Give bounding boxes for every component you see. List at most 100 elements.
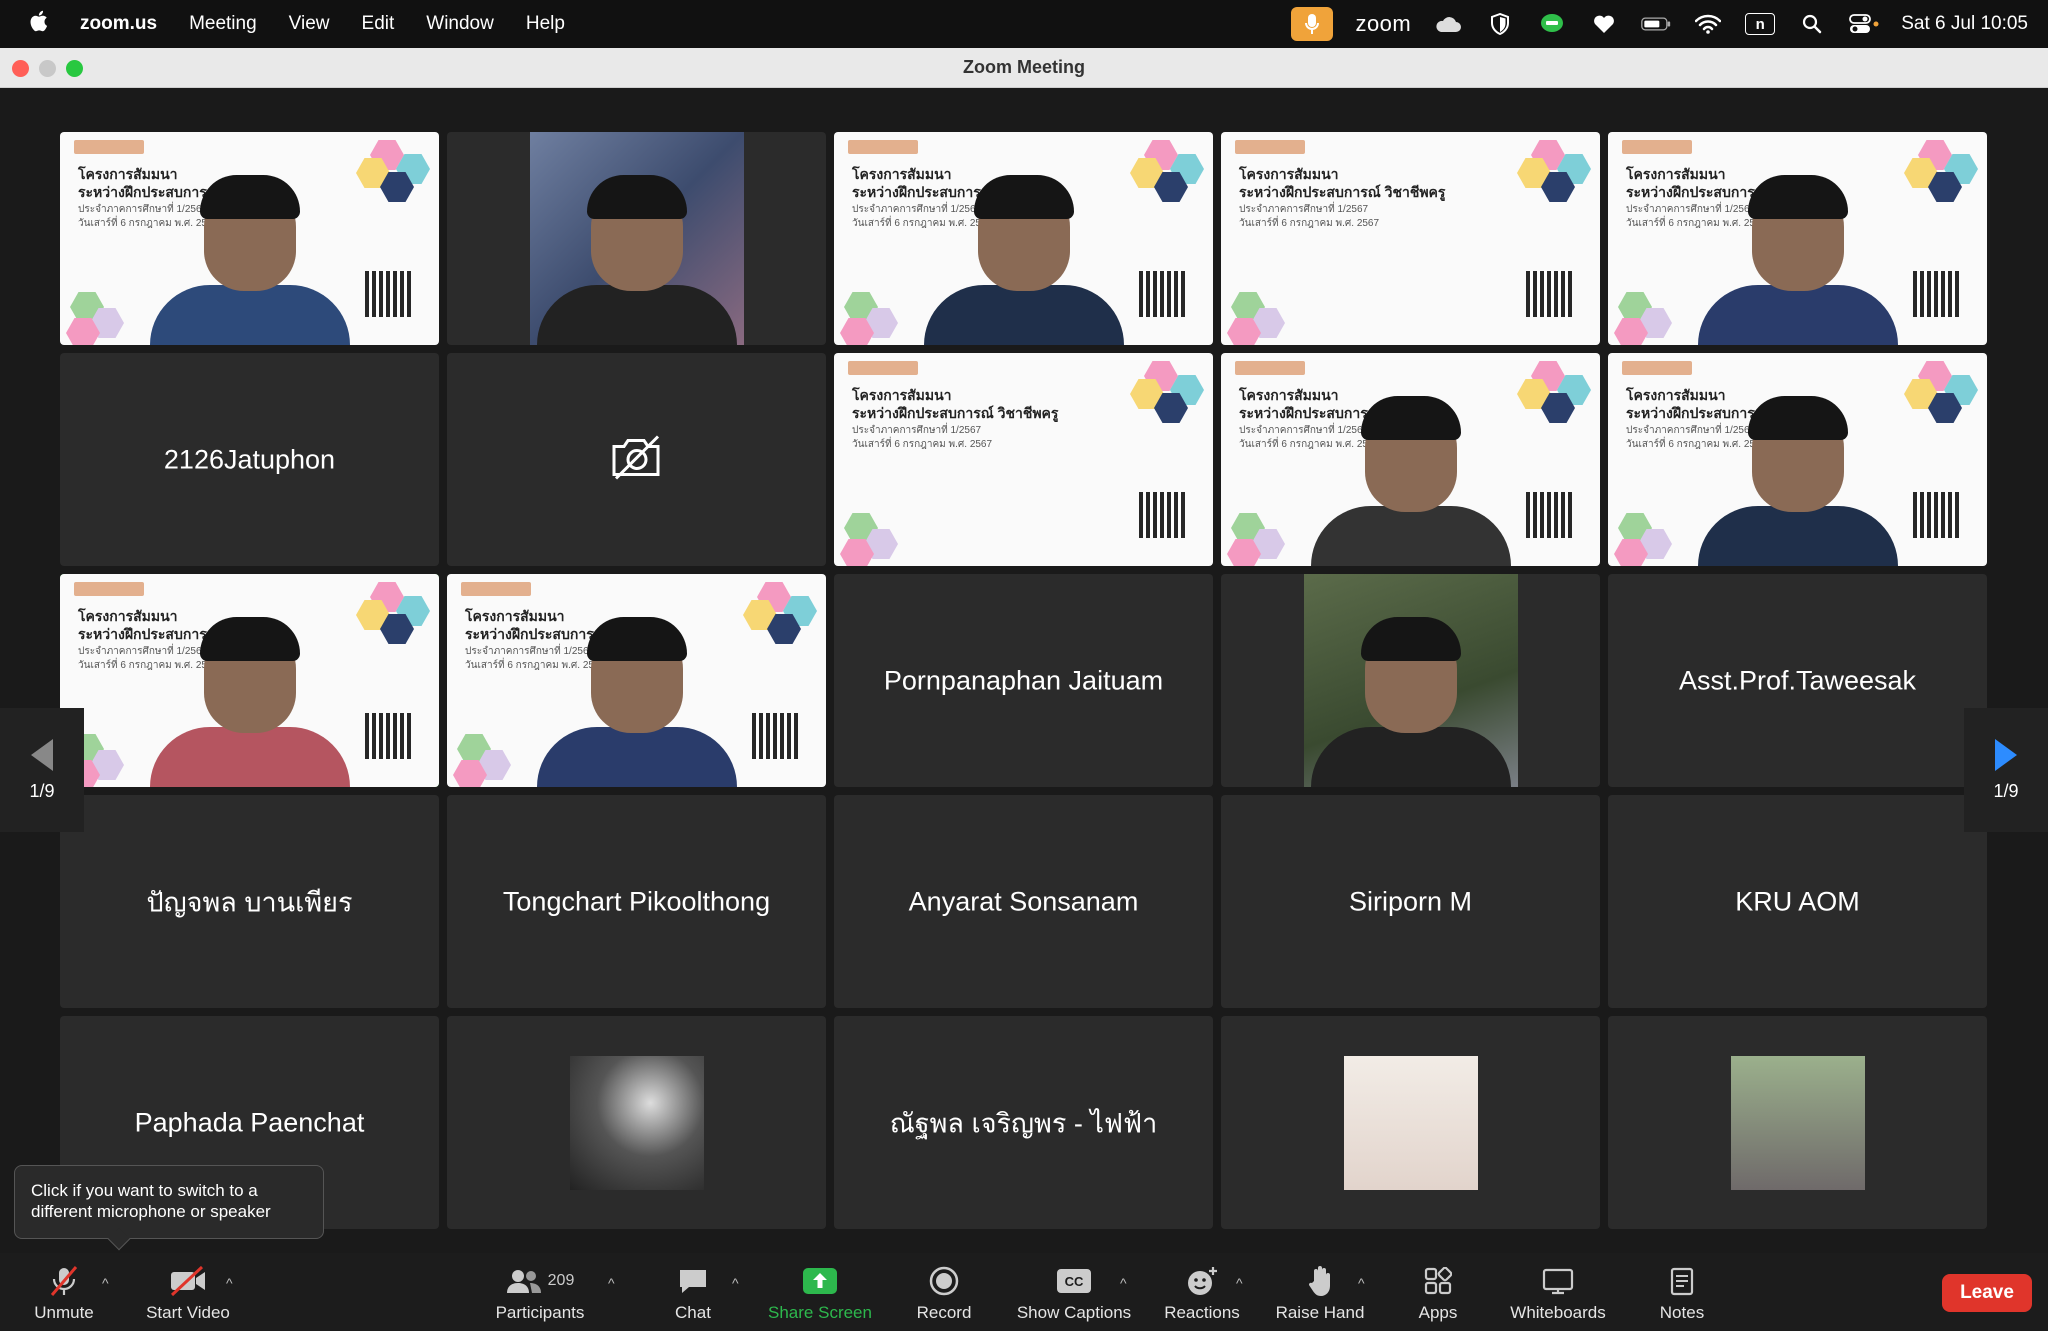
participant-tile[interactable] — [1221, 574, 1600, 787]
whiteboard-icon — [1542, 1265, 1574, 1297]
video-options-caret[interactable]: ^ — [226, 1275, 233, 1291]
participant-tile[interactable]: Siriporn M — [1221, 795, 1600, 1008]
chat-button[interactable]: Chat — [623, 1265, 763, 1323]
participant-name: Pornpanaphan Jaituam — [883, 665, 1164, 695]
whiteboards-button[interactable]: Whiteboards — [1488, 1265, 1628, 1323]
apps-button[interactable]: Apps — [1368, 1265, 1508, 1323]
menu-app-name[interactable]: zoom.us — [80, 13, 157, 35]
chat-options-caret[interactable]: ^ — [732, 1275, 739, 1291]
participant-tile[interactable]: 2126Jatuphon — [60, 353, 439, 566]
participant-tile[interactable]: Tongchart Pikoolthong — [447, 795, 826, 1008]
participant-tile[interactable]: โครงการสัมมนา ระหว่างฝึกประสบการณ์ วิชาชี… — [60, 574, 439, 787]
smiley-add-icon — [1185, 1265, 1219, 1297]
participant-video: โครงการสัมมนา ระหว่างฝึกประสบการณ์ วิชาชี… — [60, 132, 439, 345]
shield-icon[interactable] — [1485, 13, 1515, 35]
video-off-icon — [169, 1265, 207, 1297]
share-screen-button[interactable]: Share Screen — [750, 1265, 890, 1323]
next-page-button[interactable]: 1/9 — [1964, 708, 2048, 832]
participant-tile[interactable]: KRU AOM — [1608, 795, 1987, 1008]
slide-line-4: วันเสาร์ที่ 6 กรกฎาคม พ.ศ. 2567 — [852, 439, 993, 450]
participants-button[interactable]: 209 Participants — [470, 1265, 610, 1323]
start-video-button[interactable]: Start Video — [118, 1265, 258, 1323]
participant-tile[interactable] — [447, 1016, 826, 1229]
participant-video: โครงการสัมมนา ระหว่างฝึกประสบการณ์ วิชาชี… — [60, 574, 439, 787]
participant-video — [529, 132, 744, 345]
participant-video: โครงการสัมมนา ระหว่างฝึกประสบการณ์ วิชาชี… — [834, 353, 1213, 566]
menu-help[interactable]: Help — [526, 13, 565, 35]
menu-meeting[interactable]: Meeting — [189, 13, 257, 35]
notes-button[interactable]: Notes — [1612, 1265, 1752, 1323]
captions-options-caret[interactable]: ^ — [1120, 1275, 1127, 1291]
participant-name: Siriporn M — [1348, 886, 1473, 916]
reactions-options-caret[interactable]: ^ — [1236, 1275, 1243, 1291]
qr-code — [1913, 271, 1959, 317]
participant-silhouette — [1697, 396, 1898, 566]
wifi-icon[interactable] — [1693, 13, 1723, 35]
participants-icon — [506, 1270, 541, 1293]
leave-button[interactable]: Leave — [1942, 1274, 2032, 1312]
raise-hand-options-caret[interactable]: ^ — [1358, 1275, 1365, 1291]
qr-code — [1139, 271, 1185, 317]
tooltip-text: Click if you want to switch to a differe… — [31, 1181, 271, 1221]
apple-icon[interactable] — [28, 9, 48, 39]
line-app-icon[interactable] — [1537, 13, 1567, 35]
cloud-icon[interactable] — [1433, 13, 1463, 35]
participant-tile[interactable] — [1608, 1016, 1987, 1229]
participant-tile[interactable]: ปัญจพล บานเพียร — [60, 795, 439, 1008]
mic-in-use-icon[interactable] — [1291, 7, 1334, 41]
technical-education-logo — [461, 582, 531, 596]
participant-tile[interactable]: โครงการสัมมนา ระหว่างฝึกประสบการณ์ วิชาชี… — [1608, 132, 1987, 345]
menu-edit[interactable]: Edit — [362, 13, 395, 35]
input-source-icon[interactable]: n — [1745, 13, 1776, 35]
participant-silhouette — [1310, 396, 1511, 566]
participant-tile[interactable] — [447, 353, 826, 566]
qr-code — [365, 271, 411, 317]
audio-options-caret[interactable]: ^ — [102, 1275, 109, 1291]
slide-line-3: ประจำภาคการศึกษาที่ 1/2567 — [852, 425, 982, 436]
participant-tile[interactable]: โครงการสัมมนา ระหว่างฝึกประสบการณ์ วิชาชี… — [834, 132, 1213, 345]
participants-options-caret[interactable]: ^ — [608, 1275, 615, 1291]
participant-tile[interactable]: โครงการสัมมนา ระหว่างฝึกประสบการณ์ วิชาชี… — [834, 353, 1213, 566]
menubar-clock[interactable]: Sat 6 Jul 10:05 — [1901, 13, 2028, 35]
participant-tile[interactable]: โครงการสัมมนา ระหว่างฝึกประสบการณ์ วิชาชี… — [1221, 132, 1600, 345]
battery-icon[interactable] — [1641, 13, 1671, 35]
macos-menu-bar: zoom.us Meeting View Edit Window Help zo… — [0, 0, 2048, 48]
heart-icon[interactable] — [1589, 13, 1619, 35]
record-button[interactable]: Record — [874, 1265, 1014, 1323]
unmute-button[interactable]: Unmute — [0, 1265, 134, 1323]
participant-tile[interactable] — [447, 132, 826, 345]
participant-silhouette — [149, 175, 350, 345]
previous-page-button[interactable]: 1/9 — [0, 708, 84, 832]
show-captions-label: Show Captions — [1016, 1303, 1132, 1322]
participant-tile[interactable]: ณัฐพล เจริญพร - ไฟฟ้า — [834, 1016, 1213, 1229]
participant-tile[interactable]: โครงการสัมมนา ระหว่างฝึกประสบการณ์ วิชาชี… — [447, 574, 826, 787]
slide-line-2: ระหว่างฝึกประสบการณ์ วิชาชีพครู — [852, 405, 1059, 421]
participant-silhouette — [1310, 617, 1511, 787]
page-indicator-left: 1/9 — [29, 780, 55, 801]
spotlight-search-icon[interactable] — [1797, 13, 1827, 35]
participant-name: Paphada Paenchat — [134, 1107, 365, 1137]
participant-video: โครงการสัมมนา ระหว่างฝึกประสบการณ์ วิชาชี… — [1221, 353, 1600, 566]
participant-tile[interactable]: โครงการสัมมนา ระหว่างฝึกประสบการณ์ วิชาชี… — [1221, 353, 1600, 566]
share-screen-label: Share Screen — [768, 1303, 872, 1322]
participant-tile[interactable]: โครงการสัมมนา ระหว่างฝึกประสบการณ์ วิชาชี… — [1608, 353, 1987, 566]
participant-tile[interactable]: Pornpanaphan Jaituam — [834, 574, 1213, 787]
show-captions-button[interactable]: CC Show Captions — [1004, 1265, 1144, 1323]
technical-education-logo — [1235, 140, 1305, 154]
closed-captions-icon: CC — [1057, 1265, 1091, 1297]
qr-code — [1526, 492, 1572, 538]
participant-name: KRU AOM — [1735, 886, 1860, 916]
control-center-icon[interactable] — [1849, 13, 1879, 35]
menu-view[interactable]: View — [289, 13, 330, 35]
chevron-right-icon — [1995, 738, 2017, 771]
participant-tile[interactable] — [1221, 1016, 1600, 1229]
participant-tile[interactable]: โครงการสัมมนา ระหว่างฝึกประสบการณ์ วิชาชี… — [60, 132, 439, 345]
participant-name: Anyarat Sonsanam — [908, 886, 1139, 916]
slide-line-3: ประจำภาคการศึกษาที่ 1/2567 — [1239, 204, 1369, 215]
technical-education-logo — [848, 140, 918, 154]
participant-tile[interactable]: Asst.Prof.Taweesak — [1608, 574, 1987, 787]
zoom-status-label[interactable]: zoom — [1355, 11, 1411, 37]
participant-tile[interactable]: Anyarat Sonsanam — [834, 795, 1213, 1008]
apps-label: Apps — [1418, 1303, 1458, 1322]
menu-window[interactable]: Window — [426, 13, 494, 35]
